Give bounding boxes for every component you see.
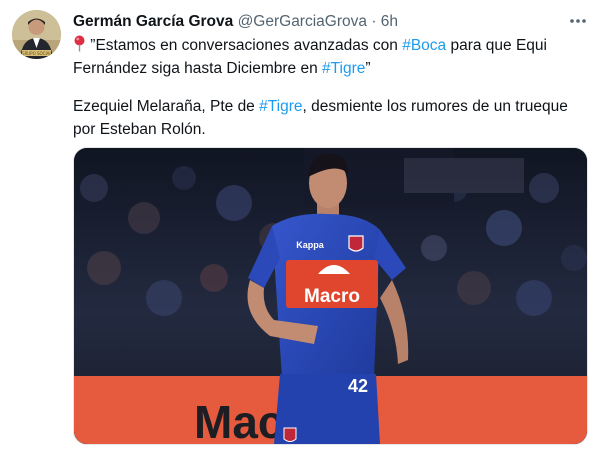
avatar-image: GRUPO SOCIAL: [12, 10, 61, 59]
tweet-line-quote: ”Estamos en conversaciones avanzadas con…: [73, 35, 583, 80]
separator-dot: ·: [371, 13, 377, 30]
jersey-sponsor-text: Macro: [304, 286, 360, 307]
tweet-text: ”Estamos en conversaciones avanzadas con…: [73, 35, 583, 141]
hashtag-tigre-2[interactable]: #Tigre: [259, 98, 302, 115]
club-crest-icon: [348, 235, 364, 252]
tweet-header: Germán García Grova @GerGarciaGrova · 6h: [73, 12, 398, 31]
shorts-number: 42: [348, 376, 368, 396]
author-avatar[interactable]: GRUPO SOCIAL: [12, 10, 61, 59]
tweet-photo[interactable]: Macro Macro Kappa 42: [73, 147, 588, 445]
quote-text-start: ”Estamos en conversaciones avanzadas con: [86, 37, 403, 54]
more-options-button[interactable]: [567, 11, 589, 31]
hashtag-boca[interactable]: #Boca: [402, 37, 446, 54]
round-pushpin-icon: [74, 35, 85, 52]
tweet-line-statement: Ezequiel Melaraña, Pte de #Tigre, desmie…: [73, 96, 583, 141]
avatar-caption: GRUPO SOCIAL: [21, 51, 52, 56]
author-name[interactable]: Germán García Grova: [73, 13, 233, 30]
football-player-image: Macro Macro Kappa 42: [74, 148, 587, 444]
hashtag-tigre[interactable]: #Tigre: [322, 60, 365, 77]
more-dots-icon: [570, 19, 586, 23]
statement-text-start: Ezequiel Melaraña, Pte de: [73, 98, 260, 115]
tweet-timestamp[interactable]: 6h: [381, 13, 398, 30]
quote-text-end: ”: [365, 59, 371, 77]
kit-brand-text: Kappa: [296, 240, 325, 250]
author-handle[interactable]: @GerGarciaGrova: [238, 13, 367, 30]
